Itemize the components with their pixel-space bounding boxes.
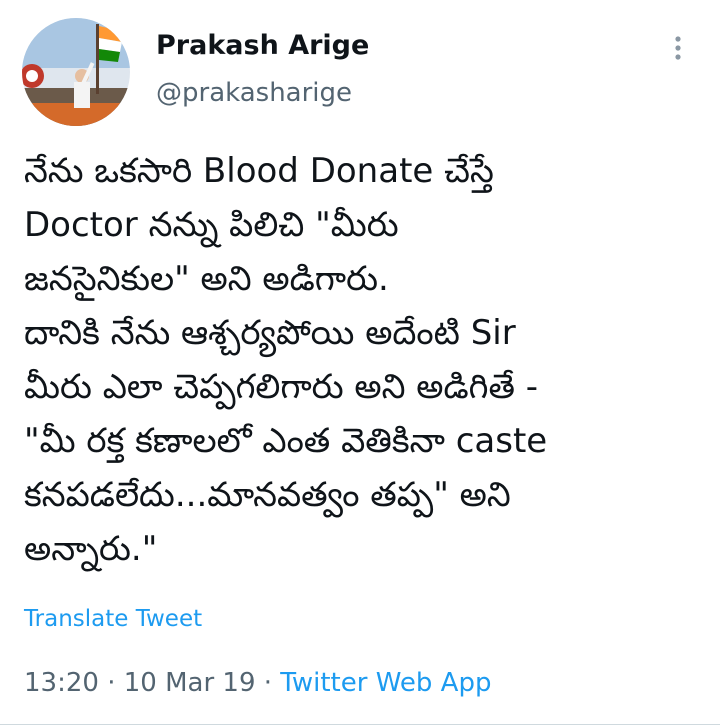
tweet-source-link[interactable]: Twitter Web App — [280, 668, 491, 698]
avatar[interactable] — [22, 18, 130, 126]
translate-tweet-link[interactable]: Translate Tweet — [24, 606, 202, 632]
tweet-text-line: దానికి నేను ఆశ్చర్యపోయి అదేంటి Sir — [24, 313, 516, 353]
meta-separator: · — [255, 668, 281, 698]
tweet-text-line: Doctor నన్ను పిలిచి "మీరు — [24, 205, 399, 245]
tweet-text: నేను ఒకసారి Blood Donate చేస్తే Doctor న… — [24, 144, 704, 576]
tweet-date[interactable]: 10 Mar 19 — [124, 668, 256, 698]
tweet-text-line: నేను ఒకసారి Blood Donate చేస్తే — [24, 151, 494, 191]
avatar-image — [22, 18, 130, 126]
more-options-button[interactable] — [660, 30, 696, 66]
tweet-card: Prakash Arige @prakasharige నేను ఒకసారి … — [0, 0, 720, 727]
tweet-time[interactable]: 13:20 — [24, 668, 99, 698]
divider — [0, 724, 720, 725]
tweet-text-line: కనపడలేదు...మానవత్వం తప్ప" అని — [24, 475, 511, 515]
tweet-text-line: "మీ రక్త కణాలలో ఎంత వెతికినా caste — [24, 421, 548, 461]
more-vertical-icon — [675, 36, 681, 60]
meta-separator: · — [98, 668, 124, 698]
author-name[interactable]: Prakash Arige — [156, 30, 369, 61]
tweet-text-line: అన్నారు." — [24, 529, 158, 569]
tweet-metadata: 13:20 · 10 Mar 19 · Twitter Web App — [24, 668, 491, 698]
author-handle[interactable]: @prakasharige — [156, 78, 352, 108]
tweet-text-line: మీరు ఎలా చెప్పగలిగారు అని అడిగితే - — [24, 367, 538, 407]
tweet-text-line: జనసైనికుల" అని అడిగారు. — [24, 259, 389, 299]
